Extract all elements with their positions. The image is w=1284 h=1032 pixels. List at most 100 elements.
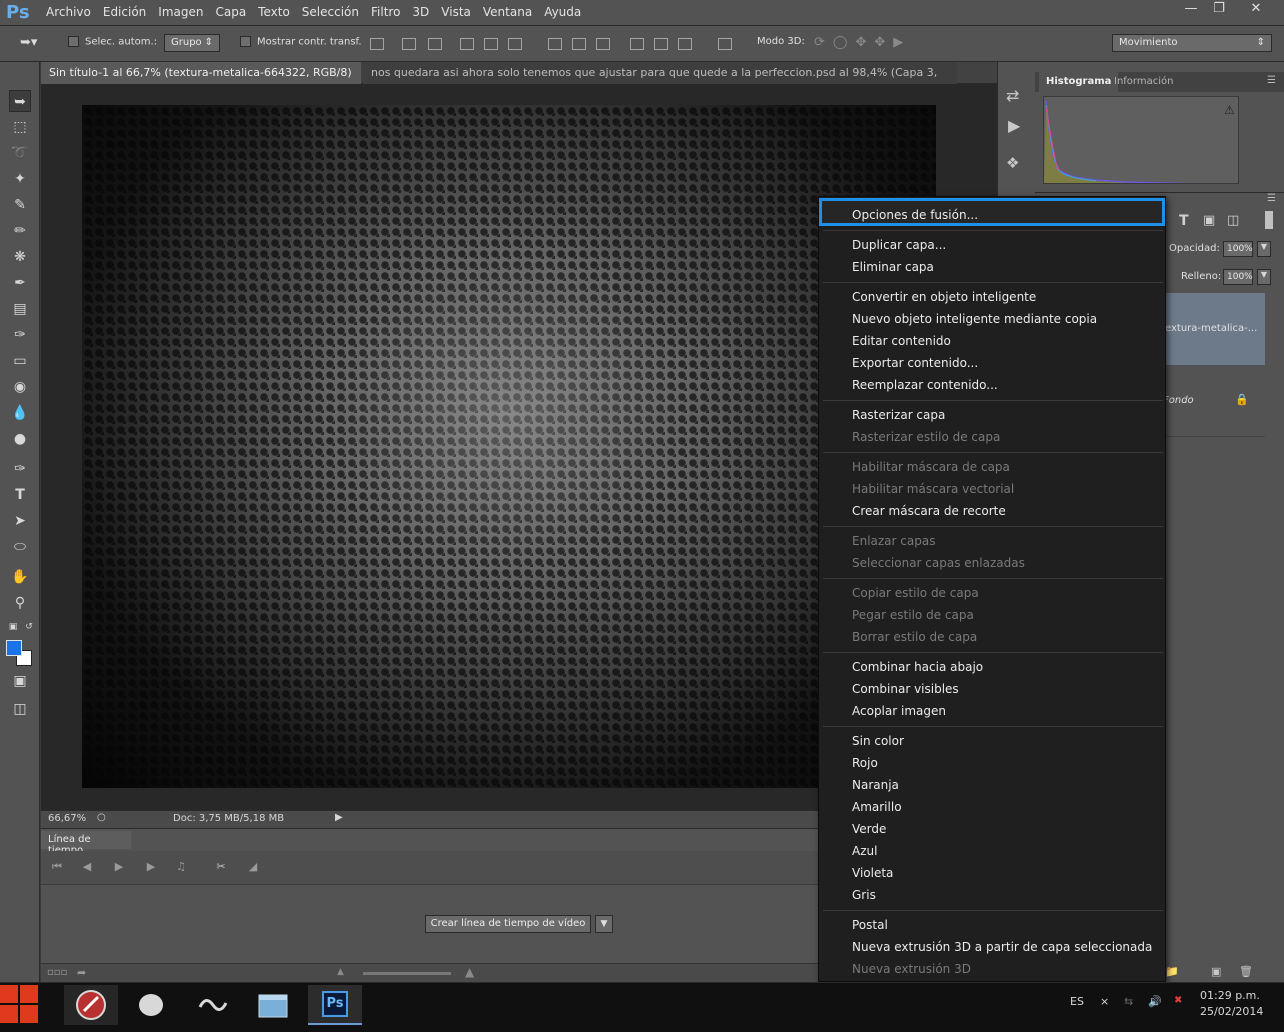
marquee-tool-icon[interactable]: ⬚ (9, 116, 31, 138)
auto-select-dropdown[interactable]: Grupo ⇕ (164, 34, 220, 52)
menu-vista[interactable]: Vista (441, 5, 481, 19)
delete-layer-icon[interactable]: 🗑 (1239, 965, 1253, 978)
menu-archivo[interactable]: Archivo (46, 5, 101, 19)
menu-item-new-3d-extrusion-selected[interactable]: Nueva extrusión 3D a partir de capa sele… (852, 940, 1152, 954)
distribute-top-icon[interactable] (548, 38, 562, 50)
align-right-icon[interactable] (508, 38, 522, 50)
menu-item-replace-contents[interactable]: Reemplazar contenido... (852, 378, 998, 392)
history-brush-icon[interactable]: ✑ (9, 324, 31, 346)
move-tool-preset-icon[interactable]: ➥▾ (20, 35, 37, 50)
align-vcenter-icon[interactable] (402, 38, 416, 50)
restore-button[interactable]: ❐ (1204, 0, 1234, 20)
opacity-input[interactable]: 100% (1223, 241, 1253, 257)
zoom-tool-icon[interactable]: ⚲ (9, 592, 31, 614)
menu-item-merge-down[interactable]: Combinar hacia abajo (852, 660, 983, 674)
eraser-icon[interactable]: ▭ (9, 350, 31, 372)
menu-item-export-contents[interactable]: Exportar contenido... (852, 356, 978, 370)
first-frame-icon[interactable]: ⏮ (49, 860, 65, 876)
menu-item-convert-smart-object[interactable]: Convertir en objeto inteligente (852, 290, 1036, 304)
menu-imagen[interactable]: Imagen (158, 5, 213, 19)
tray-expand-icon[interactable]: × (1100, 995, 1109, 1008)
distribute-vcenter-icon[interactable] (572, 38, 586, 50)
foreground-color-swatch[interactable] (6, 640, 22, 656)
chevron-down-icon[interactable]: ▼ (595, 915, 613, 933)
dodge-tool-icon[interactable]: ● (9, 428, 31, 450)
show-transform-checkbox[interactable] (240, 36, 251, 47)
quick-mask-icon[interactable]: ▣ (9, 670, 31, 692)
zoom-slider[interactable] (363, 972, 451, 975)
menu-filtro[interactable]: Filtro (371, 5, 410, 19)
menu-item-blending-options[interactable]: Opciones de fusión... (852, 208, 978, 222)
menu-item-blue[interactable]: Azul (852, 844, 877, 858)
clock-date[interactable]: 25/02/2014 (1200, 1005, 1263, 1018)
timeline-tab[interactable]: Línea de tiempo (41, 831, 131, 856)
filter-toggle[interactable] (1265, 211, 1273, 229)
metal-texture-canvas-image[interactable] (82, 105, 936, 788)
create-video-timeline-button[interactable]: Crear línea de tiempo de vídeo (425, 915, 591, 933)
eyedropper-icon[interactable]: ✏ (9, 220, 31, 242)
align-left-icon[interactable] (460, 38, 474, 50)
close-button[interactable]: ✕ (1234, 0, 1278, 20)
taskbar-app-2[interactable] (124, 985, 178, 1025)
clone-stamp-icon[interactable]: ▤ (9, 298, 31, 320)
next-frame-icon[interactable]: ▶ (143, 860, 159, 876)
new-layer-icon[interactable]: ▣ (1211, 965, 1221, 978)
panel-menu-icon[interactable]: ☰ (1267, 193, 1276, 204)
hand-tool-icon[interactable]: ✋ (9, 566, 31, 588)
menu-item-green[interactable]: Verde (852, 822, 886, 836)
show-transform-option[interactable]: Mostrar contr. transf. (240, 36, 362, 48)
menu-item-edit-contents[interactable]: Editar contenido (852, 334, 951, 348)
zoom-level[interactable]: 66,67% (48, 813, 86, 824)
menu-ventana[interactable]: Ventana (483, 5, 542, 19)
new-group-icon[interactable]: 📁 (1165, 965, 1179, 978)
menu-seleccion[interactable]: Selección (302, 5, 369, 19)
align-bottom-icon[interactable] (428, 38, 442, 50)
screen-mode-icon[interactable]: ◫ (9, 698, 31, 720)
menu-capa[interactable]: Capa (215, 5, 256, 19)
distribute-hcenter-icon[interactable] (654, 38, 668, 50)
auto-select-option[interactable]: Selec. autom.: (68, 36, 157, 48)
menu-item-delete-layer[interactable]: Eliminar capa (852, 260, 934, 274)
brush-tool-icon[interactable]: ✒ (9, 272, 31, 294)
zoom-out-icon[interactable]: ▲ (337, 967, 344, 977)
menu-item-orange[interactable]: Naranja (852, 778, 899, 792)
language-indicator[interactable]: ES (1070, 995, 1084, 1008)
actions-play-icon[interactable]: ▶ (1008, 116, 1020, 135)
scissors-icon[interactable]: ✂ (213, 860, 229, 876)
menu-edicion[interactable]: Edición (103, 5, 156, 19)
swap-colors-icon[interactable]: ↺ (18, 616, 40, 638)
ellipse-tool-icon[interactable]: ⬭ (9, 536, 31, 558)
status-menu-arrow-icon[interactable]: ▶ (335, 812, 343, 823)
type-filter-icon[interactable]: T (1179, 213, 1189, 229)
start-button[interactable] (0, 983, 40, 1025)
zoom-in-icon[interactable]: ▲ (465, 965, 474, 979)
crop-tool-icon[interactable]: ✎ (9, 194, 31, 216)
network-error-icon[interactable]: ✖ (1174, 995, 1182, 1006)
3d-panel-icon[interactable]: ❖ (1006, 154, 1019, 172)
menu-item-new-smart-object-copy[interactable]: Nuevo objeto inteligente mediante copia (852, 312, 1097, 326)
workspace-dropdown[interactable]: Movimiento ⇕ (1112, 34, 1272, 52)
history-panel-icon[interactable]: ⇄ (1006, 86, 1019, 105)
type-tool-icon[interactable]: T (9, 484, 31, 506)
panel-menu-icon[interactable]: ☰ (1267, 75, 1276, 86)
distribute-bottom-icon[interactable] (596, 38, 610, 50)
menu-item-no-color[interactable]: Sin color (852, 734, 904, 748)
align-hcenter-icon[interactable] (484, 38, 498, 50)
tab-document-2[interactable]: nos quedara asi ahora solo tenemos que a… (363, 62, 957, 100)
menu-item-create-clipping-mask[interactable]: Crear máscara de recorte (852, 504, 1006, 518)
menu-item-yellow[interactable]: Amarillo (852, 800, 902, 814)
chevron-down-icon[interactable]: ▼ (1257, 269, 1271, 285)
auto-select-checkbox[interactable] (68, 36, 79, 47)
status-preview-icon[interactable]: ○ (97, 812, 106, 823)
layer-name[interactable]: Fondo (1163, 395, 1194, 406)
distribute-right-icon[interactable] (678, 38, 692, 50)
distribute-left-icon[interactable] (630, 38, 644, 50)
audio-icon[interactable]: ♫ (173, 860, 189, 876)
smart-object-filter-icon[interactable]: ◫ (1227, 213, 1239, 228)
lasso-tool-icon[interactable]: ➰ (9, 142, 31, 164)
layer-name[interactable]: extura-metalica-... (1165, 323, 1257, 334)
paint-bucket-icon[interactable]: ◉ (9, 376, 31, 398)
menu-item-violet[interactable]: Violeta (852, 866, 893, 880)
menu-item-gray[interactable]: Gris (852, 888, 876, 902)
menu-item-duplicate-layer[interactable]: Duplicar capa... (852, 238, 946, 252)
